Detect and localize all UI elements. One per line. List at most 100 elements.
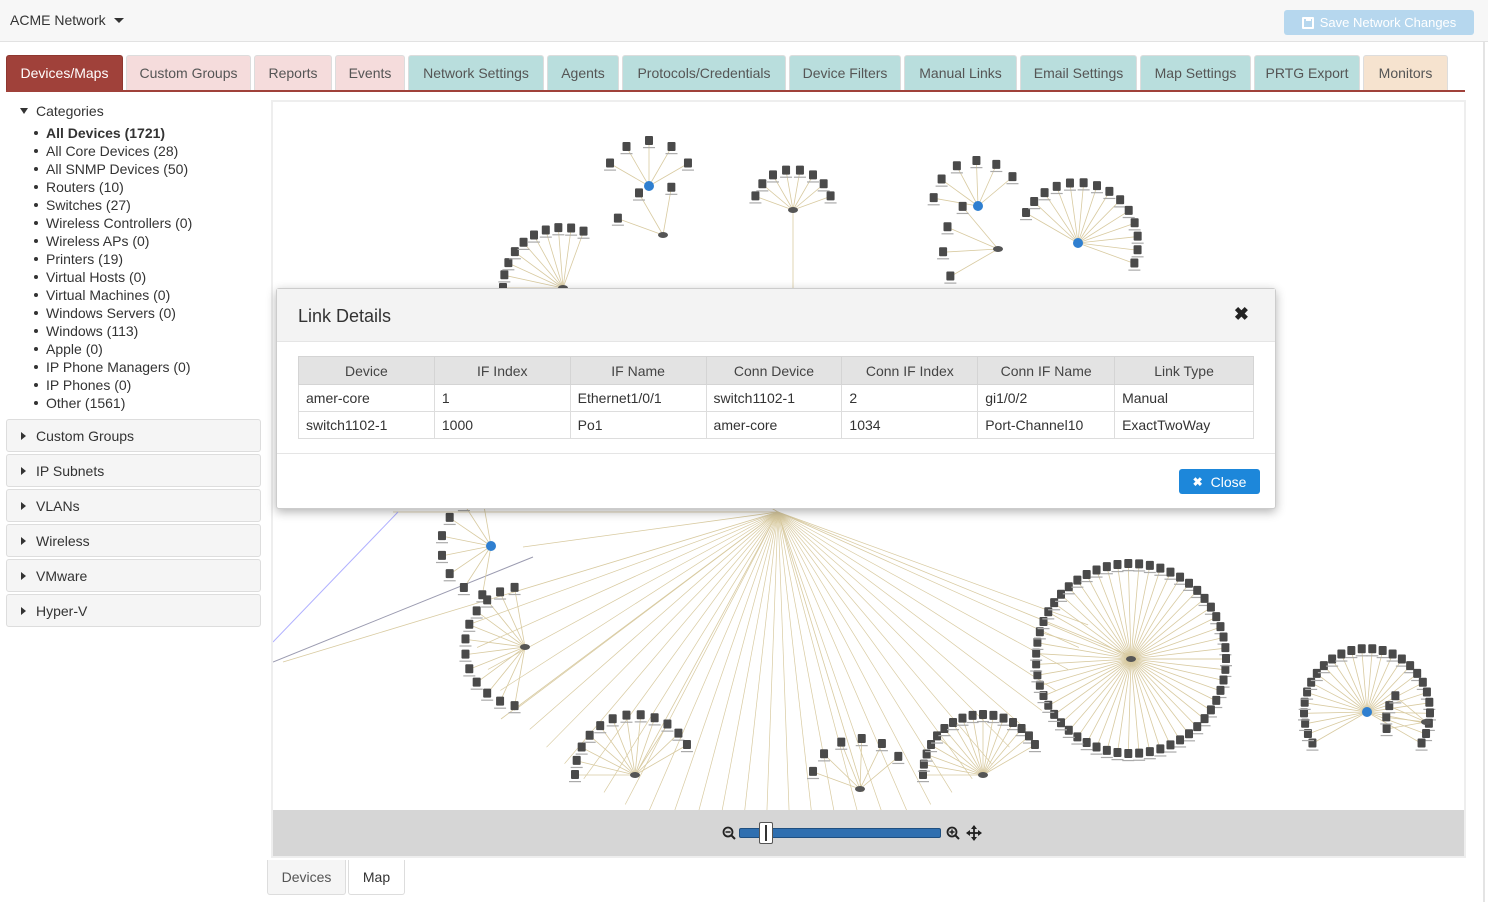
device-node-icon [1145,560,1154,570]
close-button[interactable]: ✖ Close [1179,469,1260,494]
category-item[interactable]: Virtual Machines (0) [34,286,262,304]
tab-map-settings[interactable]: Map Settings [1140,55,1251,90]
save-network-changes-button[interactable]: Save Network Changes [1284,10,1474,35]
device-label [1020,219,1033,221]
zoom-out-icon[interactable] [722,826,736,840]
tab-protocols-credentials[interactable]: Protocols/Credentials [622,55,786,90]
device-label [1335,660,1348,662]
device-node-icon [1082,569,1091,579]
category-item[interactable]: Routers (10) [34,178,262,196]
tab-events[interactable]: Events [335,55,405,90]
device-label [1128,269,1141,271]
device-node-icon [1176,572,1185,582]
tab-monitors[interactable]: Monitors [1363,55,1448,90]
link-line [649,511,779,810]
section-wireless[interactable]: Wireless [6,524,261,557]
device-node-icon [1193,585,1202,595]
device-node-icon [968,710,977,720]
device-node-icon [979,710,987,719]
link-line [1130,568,1161,660]
page-scrollbar[interactable] [1483,42,1485,902]
tab-prtg-export[interactable]: PRTG Export [1254,55,1360,90]
column-header[interactable]: Conn Device [705,356,843,385]
device-node-icon [1113,559,1122,569]
network-selector[interactable]: ACME Network [10,12,124,28]
category-item[interactable]: Windows (113) [34,322,262,340]
device-node-icon [613,213,622,223]
tab-devices[interactable]: Devices [267,860,346,895]
category-item[interactable]: Printers (19) [34,250,262,268]
column-header[interactable]: Link Type [1114,356,1254,385]
device-node-icon [606,158,615,168]
column-header[interactable]: Conn IF Index [841,356,979,385]
device-node-icon [683,158,692,168]
switch-node-icon [855,786,865,792]
section-vlans[interactable]: VLANs [6,489,261,522]
section-ip-subnets[interactable]: IP Subnets [6,454,261,487]
category-item[interactable]: IP Phones (0) [34,376,262,394]
device-label [875,750,888,752]
tab-map[interactable]: Map [348,860,405,895]
link-line [529,511,779,730]
device-node-icon [1130,218,1139,228]
device-label [977,721,989,723]
device-label [1386,660,1399,662]
column-header[interactable]: IF Index [433,356,571,385]
category-item[interactable]: All SNMP Devices (50) [34,160,262,178]
tab-reports[interactable]: Reports [254,55,332,90]
category-item[interactable]: Wireless Controllers (0) [34,214,262,232]
column-header[interactable]: Device [298,356,435,385]
section-vmware[interactable]: VMware [6,559,261,592]
device-label [508,593,521,596]
category-item[interactable]: Wireless APs (0) [34,232,262,250]
device-node-icon [1357,644,1366,654]
column-header[interactable]: Conn IF Name [977,356,1116,385]
device-label [552,234,565,236]
categories-header[interactable]: Categories [6,96,262,120]
device-node-icon [809,766,818,776]
column-header[interactable]: IF Name [569,356,707,385]
category-item[interactable]: All Core Devices (28) [34,142,262,160]
link-line [777,511,882,810]
device-node-icon [530,230,539,240]
device-node-icon [1133,231,1142,241]
tab-email-settings[interactable]: Email Settings [1020,55,1137,90]
link-line [1060,594,1132,660]
category-item[interactable]: Virtual Hosts (0) [34,268,262,286]
category-item[interactable]: All Devices (1721) [34,124,262,142]
device-node-icon [819,179,828,189]
section-hyper-v[interactable]: Hyper-V [6,594,261,627]
tab-custom-groups[interactable]: Custom Groups [126,55,251,90]
zoom-in-icon[interactable] [946,826,960,840]
table-row[interactable]: amer-core 1 Ethernet1/0/1 switch1102-1 2 gi1/… [298,384,1254,412]
device-label [925,751,938,753]
tab-manual-links[interactable]: Manual Links [904,55,1017,90]
move-icon[interactable] [966,825,982,841]
device-label [987,721,1000,724]
link-line [562,231,584,289]
device-node-icon [795,165,804,175]
tab-agents[interactable]: Agents [547,55,619,90]
device-node-icon [1008,172,1017,182]
table-row[interactable]: switch1102-1 1000 Po1 amer-core 1034 Port-Cha… [298,411,1254,439]
tab-network-settings[interactable]: Network Settings [408,55,544,90]
device-node-icon [541,225,550,235]
category-item[interactable]: Switches (27) [34,196,262,214]
device-node-icon [1222,654,1230,663]
device-node-icon [645,136,653,145]
category-item[interactable]: Other (1561) [34,394,262,412]
close-icon[interactable]: ✖ [1234,304,1249,325]
device-node-icon [1030,740,1039,749]
device-label [1122,216,1135,219]
category-item[interactable]: Apple (0) [34,340,262,358]
section-custom-groups[interactable]: Custom Groups [6,419,261,452]
device-node-icon [958,201,967,211]
zoom-slider-handle[interactable] [759,822,773,844]
device-label [1080,580,1093,583]
link-line [617,218,664,236]
device-label [502,269,515,271]
category-item[interactable]: IP Phone Managers (0) [34,358,262,376]
tab-device-filters[interactable]: Device Filters [789,55,901,90]
tab-devices-maps[interactable]: Devices/Maps [6,55,123,90]
category-item[interactable]: Windows Servers (0) [34,304,262,322]
